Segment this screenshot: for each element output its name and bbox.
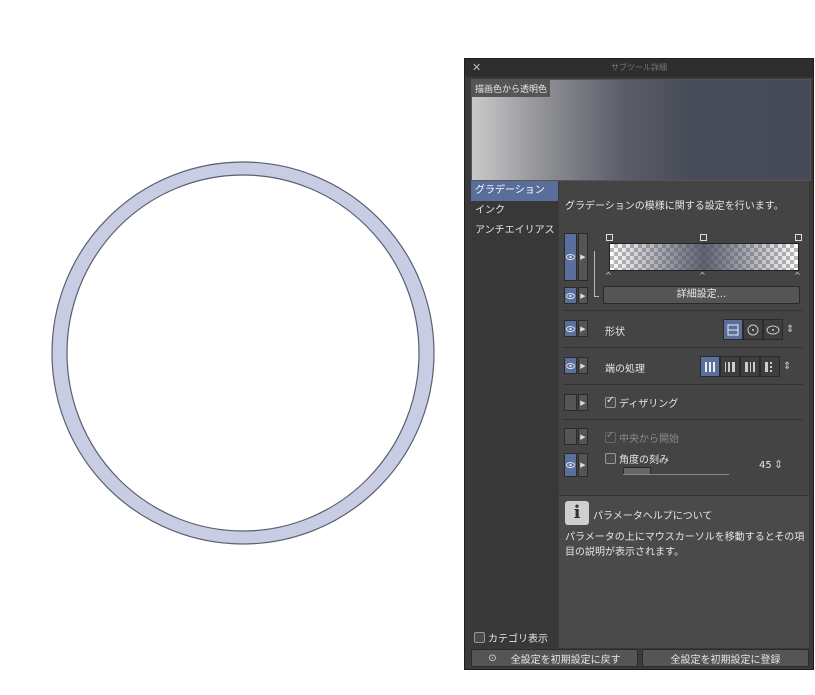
edge-processing-label: 端の処理	[605, 364, 645, 375]
color-stop-handle[interactable]: ^	[794, 271, 801, 280]
expand-arrow-icon[interactable]: ▶	[578, 428, 588, 445]
panel-footer: ⊙ 全設定を初期設定に戻す 全設定を初期設定に登録	[471, 649, 809, 667]
link-bracket	[594, 251, 599, 297]
center-start-checkbox	[605, 430, 616, 443]
elliptical-shape-icon[interactable]	[763, 319, 783, 340]
reset-all-button[interactable]: ⊙ 全設定を初期設定に戻す	[471, 649, 638, 667]
dithering-label: ディザリング	[619, 399, 679, 410]
category-sidebar: グラデーション インク アンチエイリアス カテゴリ表示	[471, 181, 558, 647]
eye-icon[interactable]	[564, 320, 577, 337]
eye-icon[interactable]	[564, 394, 577, 411]
shape-spinner-icon[interactable]: ⇕	[786, 319, 794, 340]
category-display-label: カテゴリ表示	[488, 634, 548, 645]
edge-mirror-icon[interactable]	[720, 356, 740, 377]
center-start-label: 中央から開始	[619, 434, 679, 445]
divider	[563, 419, 803, 420]
drawing-canvas[interactable]	[0, 0, 462, 695]
dithering-option[interactable]: ディザリング	[605, 395, 678, 410]
expand-arrow-icon[interactable]: ▶	[578, 233, 588, 281]
divider	[563, 310, 803, 311]
subtool-detail-panel: ✕ サブツール詳細 描画色から透明色 グラデーション インク アンチエイリアス …	[464, 58, 814, 670]
expand-arrow-icon[interactable]: ▶	[578, 453, 588, 477]
angle-spinner-icon[interactable]: ⇕	[774, 458, 783, 471]
divider	[563, 347, 803, 348]
linear-shape-icon[interactable]	[723, 319, 743, 340]
parameter-help-box: i パラメータヘルプについて パラメータの上にマウスカーソルを移動するとその項目…	[559, 495, 809, 648]
info-icon: i	[565, 501, 589, 525]
panel-titlebar[interactable]: ✕ サブツール詳細	[465, 59, 813, 77]
angle-step-slider[interactable]	[623, 467, 729, 475]
edge-processing-selector[interactable]: ⇕	[700, 356, 791, 377]
opacity-stop-handle[interactable]	[700, 234, 707, 241]
edge-transparent-icon[interactable]	[760, 356, 780, 377]
angle-step-label: 角度の刻み	[619, 455, 669, 466]
shape-selector[interactable]: ⇕	[723, 319, 794, 340]
settings-area: グラデーションの模様に関する設定を行います。 ▶ ^ ^ ^ ▶ 詳細設定...…	[559, 181, 809, 648]
category-display-checkbox[interactable]	[474, 632, 485, 643]
sidebar-item-ink[interactable]: インク	[471, 201, 558, 221]
divider	[563, 384, 803, 385]
reset-icon: ⊙	[488, 652, 497, 664]
preview-label: 描画色から透明色	[472, 80, 551, 97]
expand-arrow-icon[interactable]: ▶	[578, 357, 588, 374]
shape-label: 形状	[605, 327, 625, 338]
dithering-checkbox[interactable]	[605, 395, 616, 408]
register-defaults-button[interactable]: 全設定を初期設定に登録	[642, 649, 809, 667]
eye-icon[interactable]	[564, 233, 577, 281]
circular-shape-icon[interactable]	[743, 319, 763, 340]
eye-icon[interactable]	[564, 287, 577, 304]
angle-step-checkbox[interactable]	[605, 453, 616, 464]
category-description: グラデーションの模様に関する設定を行います。	[565, 201, 784, 212]
opacity-stop-handle[interactable]	[606, 234, 613, 241]
eye-icon[interactable]	[564, 428, 577, 445]
sidebar-item-gradation[interactable]: グラデーション	[471, 181, 558, 201]
angle-step-option[interactable]: 角度の刻み	[605, 451, 669, 466]
help-title: パラメータヘルプについて	[593, 511, 713, 522]
register-defaults-label: 全設定を初期設定に登録	[670, 654, 781, 666]
angle-value: 45	[759, 460, 772, 471]
category-display-toggle[interactable]: カテゴリ表示	[474, 630, 548, 645]
sidebar-item-antialiasing[interactable]: アンチエイリアス	[471, 221, 558, 241]
expand-arrow-icon[interactable]: ▶	[578, 287, 588, 304]
detail-settings-button[interactable]: 詳細設定...	[603, 286, 800, 304]
help-body: パラメータの上にマウスカーソルを移動するとその項目の説明が表示されます。	[565, 532, 805, 558]
eye-icon[interactable]	[564, 357, 577, 374]
reset-all-label: 全設定を初期設定に戻す	[510, 654, 621, 666]
slider-track-line	[623, 474, 729, 475]
eye-icon[interactable]	[564, 453, 577, 477]
gradient-ring-drawing	[51, 161, 435, 545]
gradient-preview: 描画色から透明色	[471, 79, 811, 181]
opacity-stop-handle[interactable]	[795, 234, 802, 241]
expand-arrow-icon[interactable]: ▶	[578, 394, 588, 411]
edge-stretch-icon[interactable]	[740, 356, 760, 377]
panel-title: サブツール詳細	[611, 63, 667, 72]
edge-spinner-icon[interactable]: ⇕	[783, 356, 791, 377]
edge-repeat-icon[interactable]	[700, 356, 720, 377]
gradient-editor-bar[interactable]	[609, 243, 799, 271]
expand-arrow-icon[interactable]: ▶	[578, 320, 588, 337]
center-start-option: 中央から開始	[605, 430, 679, 445]
color-stop-handle[interactable]: ^	[699, 271, 706, 280]
color-stop-handle[interactable]: ^	[605, 271, 612, 280]
